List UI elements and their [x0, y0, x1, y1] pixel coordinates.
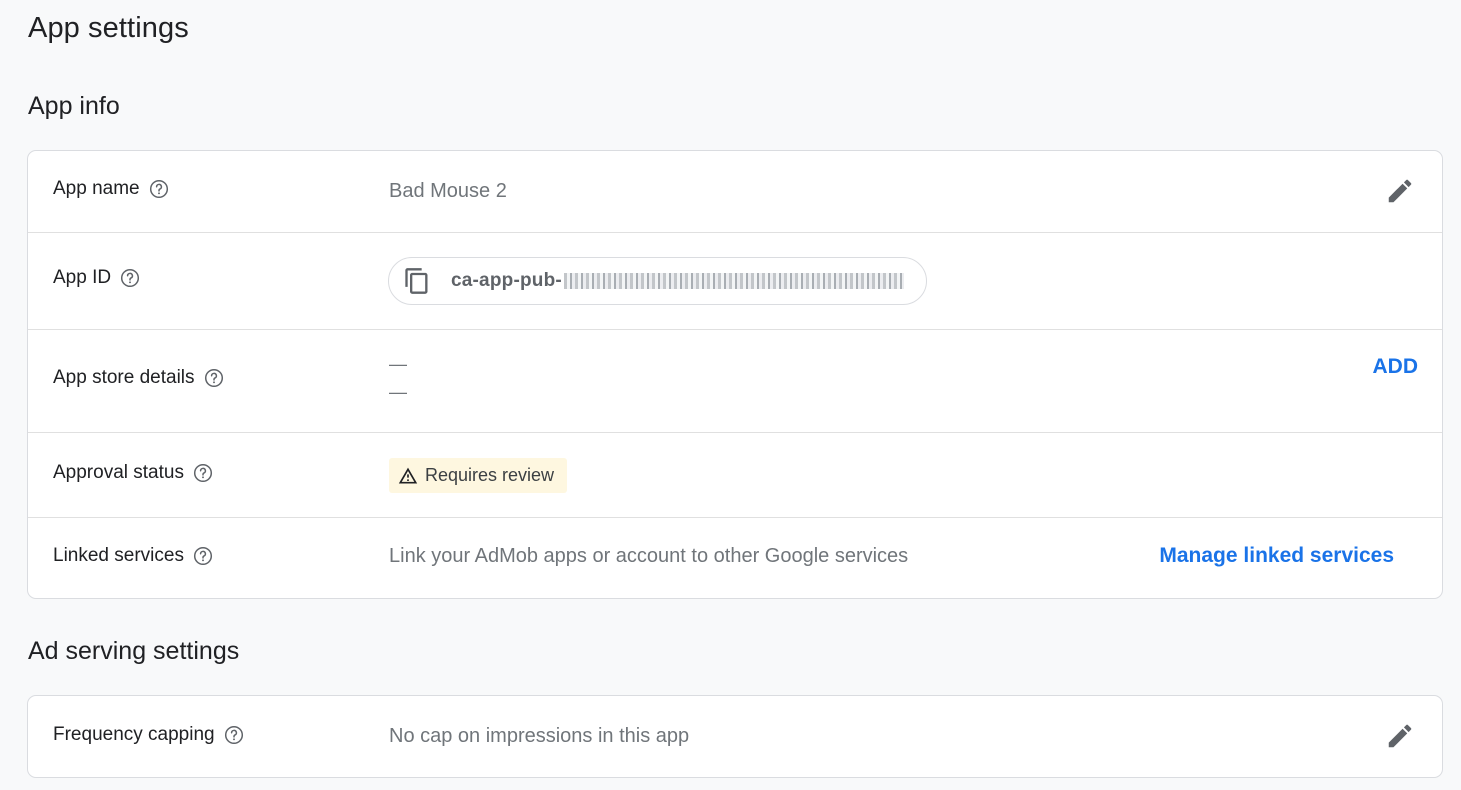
row-approval-status: Approval status Requires review [28, 433, 1442, 518]
edit-icon [1388, 724, 1412, 748]
app-store-label-group: App store details [53, 367, 224, 389]
help-icon[interactable] [149, 179, 169, 199]
app-id-value: ca-app-pub- [451, 270, 562, 291]
row-app-id: App ID ca-app-pub- [28, 233, 1442, 330]
copy-icon[interactable] [403, 267, 431, 295]
linked-services-description: Link your AdMob apps or account to other… [389, 545, 909, 567]
app-id-label: App ID [53, 267, 112, 288]
status-text: Requires review [425, 465, 555, 485]
approval-label-group: Approval status [53, 462, 213, 484]
app-store-name-value: — [389, 354, 407, 374]
frequency-capping-label: Frequency capping [53, 724, 215, 745]
app-id-label-group: App ID [53, 267, 140, 289]
help-icon[interactable] [120, 268, 140, 288]
edit-icon [1388, 179, 1412, 203]
row-app-store-details: App store details — — ADD [28, 330, 1442, 433]
manage-linked-services-button[interactable]: Manage linked services [1159, 544, 1394, 568]
approval-status-label: Approval status [53, 462, 184, 483]
ad-serving-card: Frequency capping No cap on impressions … [27, 695, 1443, 778]
add-app-store-button[interactable]: ADD [1373, 355, 1419, 379]
app-name-value: Bad Mouse 2 [389, 180, 507, 202]
warning-icon [398, 466, 418, 486]
section-title-ad-serving: Ad serving settings [28, 637, 240, 665]
app-name-label-group: App name [53, 178, 169, 200]
linked-services-label: Linked services [53, 545, 184, 566]
app-info-card: App name Bad Mouse 2 App ID ca-app-pub- … [27, 150, 1443, 599]
linked-label-group: Linked services [53, 545, 213, 567]
section-title-app-info: App info [28, 92, 120, 120]
help-icon[interactable] [193, 463, 213, 483]
help-icon[interactable] [193, 546, 213, 566]
status-badge: Requires review [389, 458, 568, 493]
frequency-capping-value: No cap on impressions in this app [389, 725, 690, 747]
help-icon[interactable] [204, 368, 224, 388]
app-name-label: App name [53, 178, 140, 199]
page-title: App settings [28, 12, 189, 44]
app-store-details-label: App store details [53, 367, 195, 388]
app-store-id-value: — [389, 382, 407, 402]
edit-frequency-capping-button[interactable] [1384, 720, 1416, 752]
help-icon[interactable] [224, 725, 244, 745]
frequency-label-group: Frequency capping [53, 724, 244, 746]
row-app-name: App name Bad Mouse 2 [28, 151, 1442, 233]
app-id-redacted [563, 273, 904, 289]
row-frequency-capping: Frequency capping No cap on impressions … [28, 696, 1442, 777]
app-settings-page: App settings App info App name Bad Mouse… [0, 0, 1461, 790]
row-linked-services: Linked services Link your AdMob apps or … [28, 518, 1442, 598]
edit-app-name-button[interactable] [1384, 175, 1416, 207]
app-id-chip[interactable]: ca-app-pub- [388, 257, 927, 305]
